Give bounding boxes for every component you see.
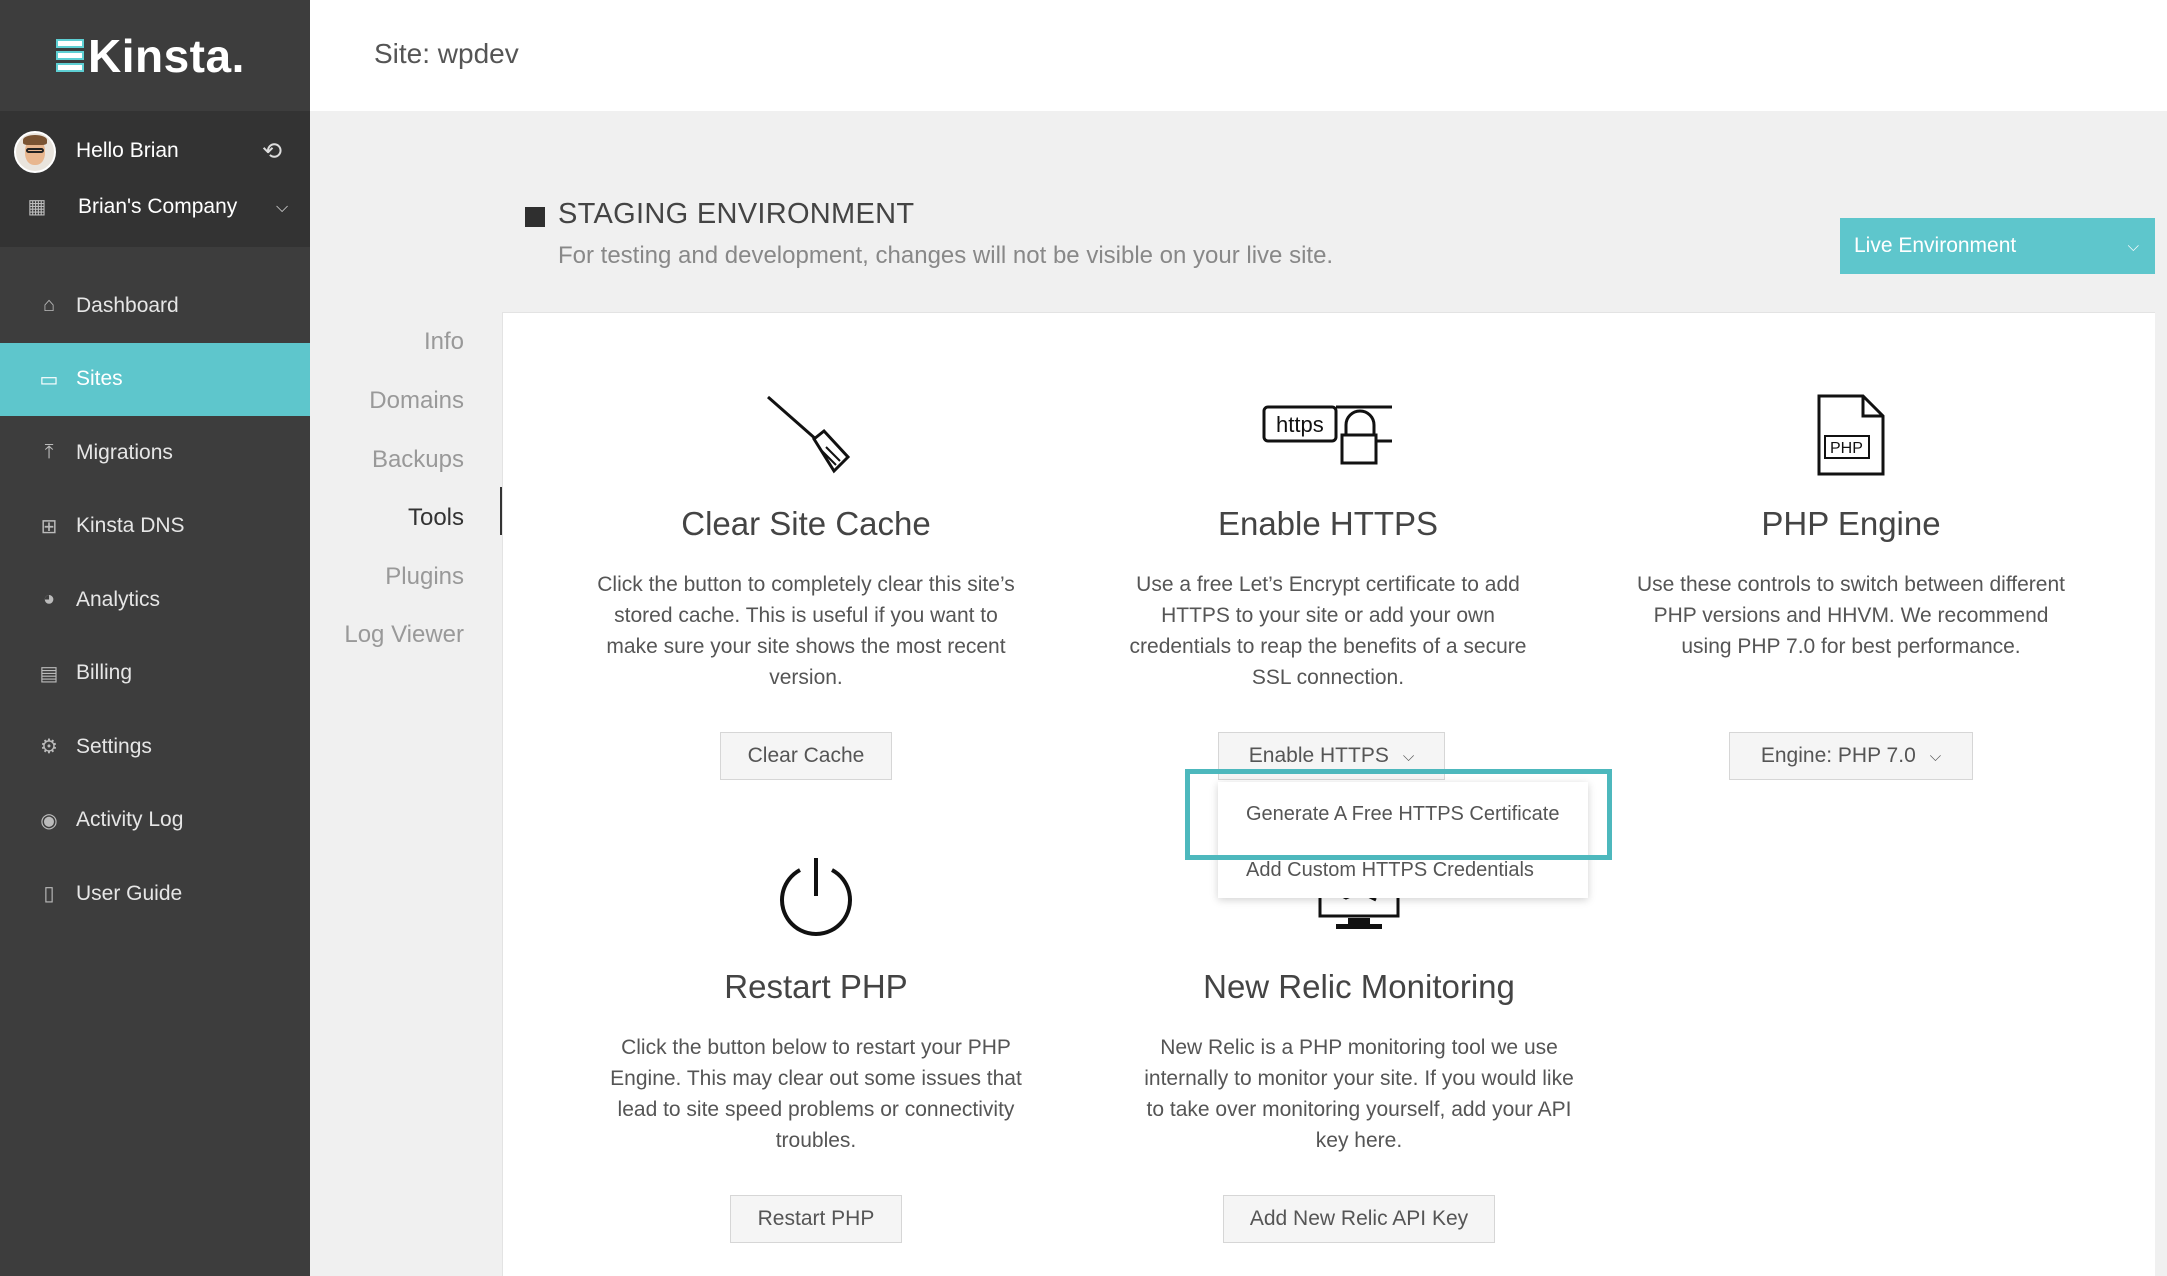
sidebar-item-label: Migrations <box>76 440 173 464</box>
eye-icon: ◉ <box>40 809 58 832</box>
subnav-backups[interactable]: Backups <box>372 446 464 474</box>
tool-title: Clear Site Cache <box>681 505 931 542</box>
restart-php-button[interactable]: Restart PHP <box>730 1195 902 1243</box>
tool-description: Use a free Let’s Encrypt certificate to … <box>1129 573 1527 689</box>
subnav-tools[interactable]: Tools <box>408 504 464 532</box>
pie-chart-icon: ◕ <box>42 588 56 611</box>
tool-title: PHP Engine <box>1761 505 1941 542</box>
user-panel: Hello Brian ⟲ ▦ Brian's Company ⌵ <box>0 111 310 247</box>
tool-title: Restart PHP <box>724 968 908 1005</box>
broom-icon <box>766 395 852 480</box>
sidebar-item-kinsta-dns[interactable]: ⊞ Kinsta DNS <box>0 490 310 564</box>
php-file-icon: PHP <box>1815 394 1887 481</box>
tool-description: Click the button below to restart your P… <box>610 1036 1022 1152</box>
tool-restart-php: Restart PHP Click the button below to re… <box>556 968 1076 1156</box>
sidebar-item-migrations[interactable]: ⤒ Migrations <box>0 416 310 490</box>
environment-selector[interactable]: Live Environment ⌵ <box>1840 218 2155 274</box>
sidebar-item-label: User Guide <box>76 881 183 905</box>
subnav-log-viewer[interactable]: Log Viewer <box>344 621 464 649</box>
sidebar-item-settings[interactable]: ⚙ Settings <box>0 710 310 784</box>
sidebar-item-label: Billing <box>76 661 133 685</box>
subnav-domains[interactable]: Domains <box>369 387 464 415</box>
page-title: Site: wpdev <box>374 38 519 69</box>
php-engine-dropdown[interactable]: Engine: PHP 7.0 ⌵ <box>1729 732 1973 780</box>
sidebar-item-label: Activity Log <box>76 808 184 832</box>
monitor-icon: ▭ <box>39 368 59 391</box>
environment-marker-icon <box>525 207 545 227</box>
tool-title: Enable HTTPS <box>1217 505 1439 542</box>
credit-card-icon: ▤ <box>39 662 59 685</box>
logout-icon[interactable]: ⟲ <box>262 137 282 166</box>
clear-cache-button[interactable]: Clear Cache <box>720 732 892 780</box>
sidebar-item-analytics[interactable]: ◕ Analytics <box>0 563 310 637</box>
sidebar-item-user-guide[interactable]: ▯ User Guide <box>0 857 310 931</box>
menu-item-add-custom-credentials[interactable]: Add Custom HTTPS Credentials <box>1246 859 1534 882</box>
highlight-box <box>1185 769 1612 860</box>
button-label: Engine: PHP 7.0 <box>1760 744 1916 767</box>
top-bar: Site: wpdev <box>310 0 2167 111</box>
kinsta-logo-icon <box>56 38 84 73</box>
subnav-info[interactable]: Info <box>424 328 464 356</box>
user-greeting-row: Hello Brian <box>76 139 179 163</box>
home-icon: ⌂ <box>42 294 56 317</box>
https-icon-text: https <box>1276 412 1324 437</box>
subnav-plugins[interactable]: Plugins <box>385 563 464 591</box>
tool-clear-cache: Clear Site Cache Click the button to com… <box>546 505 1066 693</box>
sidebar-item-billing[interactable]: ▤ Billing <box>0 637 310 711</box>
user-greeting: Hello Brian <box>76 139 179 162</box>
php-icon-text: PHP <box>1830 440 1863 457</box>
chevron-down-icon: ⌵ <box>1402 747 1415 765</box>
tool-enable-https: Enable HTTPS Use a free Let’s Encrypt ce… <box>1068 505 1588 693</box>
tool-description: New Relic is a PHP monitoring tool we us… <box>1144 1036 1574 1152</box>
logo[interactable]: Kinsta. <box>0 0 310 111</box>
button-label: Clear Cache <box>747 744 865 767</box>
sidebar: Kinsta. Hello Brian ⟲ ▦ Brian's Company … <box>0 0 310 1276</box>
avatar[interactable] <box>14 131 56 173</box>
sidebar-item-activity-log[interactable]: ◉ Activity Log <box>0 784 310 858</box>
chevron-down-icon: ⌵ <box>1929 747 1942 765</box>
sidebar-item-label: Kinsta DNS <box>76 514 185 538</box>
chevron-down-icon: ⌵ <box>2127 237 2139 255</box>
tool-description: Click the button to completely clear thi… <box>597 573 1015 689</box>
logo-text: Kinsta. <box>88 29 245 82</box>
https-lock-icon: https <box>1262 405 1398 472</box>
add-new-relic-api-key-button[interactable]: Add New Relic API Key <box>1223 1195 1495 1243</box>
upload-icon: ⤒ <box>44 441 54 464</box>
sidebar-item-sites[interactable]: ▭ Sites <box>0 342 310 416</box>
grid-icon: ⊞ <box>40 515 58 538</box>
sidebar-item-label: Analytics <box>76 587 161 611</box>
sidebar-item-label: Settings <box>76 734 152 758</box>
environment-title: STAGING ENVIRONMENT <box>558 198 915 230</box>
company-name: Brian's Company <box>78 194 238 218</box>
tool-title: New Relic Monitoring <box>1203 968 1515 1005</box>
tool-new-relic: New Relic Monitoring New Relic is a PHP … <box>1099 968 1619 1156</box>
button-label: Restart PHP <box>757 1207 875 1230</box>
tool-description: Use these controls to switch between dif… <box>1636 573 2065 658</box>
button-label: Add New Relic API Key <box>1249 1207 1469 1230</box>
power-icon <box>776 856 856 943</box>
book-icon: ▯ <box>43 883 55 906</box>
building-icon: ▦ <box>27 196 47 218</box>
tool-php-engine: PHP Engine Use these controls to switch … <box>1591 505 2111 662</box>
company-selector[interactable]: ▦ Brian's Company <box>24 194 238 219</box>
chevron-down-icon[interactable]: ⌵ <box>276 199 288 217</box>
environment-selector-label: Live Environment <box>1854 234 2017 257</box>
sidebar-item-label: Sites <box>76 367 123 391</box>
button-label: Enable HTTPS <box>1248 744 1389 767</box>
sidebar-item-dashboard[interactable]: ⌂ Dashboard <box>0 269 310 343</box>
sidebar-nav: ⌂ Dashboard ▭ Sites ⤒ Migrations ⊞ Kinst… <box>0 269 310 931</box>
sidebar-item-label: Dashboard <box>76 293 179 317</box>
environment-subtitle: For testing and development, changes wil… <box>558 242 1334 269</box>
gear-icon: ⚙ <box>40 736 58 759</box>
